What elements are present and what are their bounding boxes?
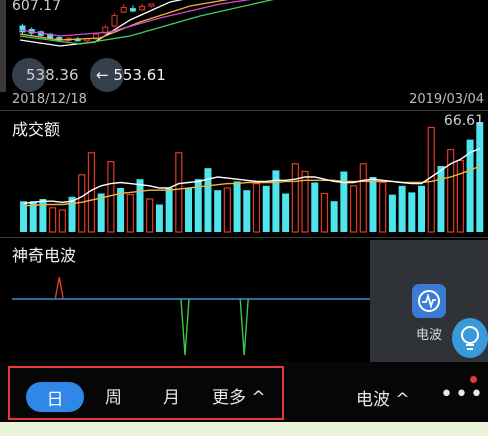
wave-panel-title: 神奇电波 [12,246,77,265]
price-arrow-label: ← 553.61 [96,66,166,84]
stock-chart-screen: 607.17 538.36 ← 553.61 2018/12/18 2019/0… [0,0,488,436]
date-start-label: 2018/12/18 [12,92,87,107]
price-candle [120,6,127,13]
wave-app-icon[interactable] [412,284,446,318]
volume-bar [136,179,144,232]
volume-bar [456,159,464,233]
waveform-icon [418,290,440,312]
volume-bar [204,168,212,232]
tab-day[interactable]: 日 [26,382,84,412]
volume-bar [476,122,484,232]
wave-signal-spike [54,277,64,300]
price-low-label: 538.36 [26,66,79,84]
volume-bar [311,182,319,232]
footer-strip [0,422,488,436]
volume-bar [282,193,290,232]
volume-bar [418,185,426,232]
volume-bar [330,201,338,232]
volume-bar [175,152,183,233]
indicator-dropdown[interactable]: 电波 ^ [356,385,410,410]
volume-bar [165,188,173,232]
volume-bar [369,177,377,232]
volume-bar [252,182,261,233]
volume-bar [437,166,445,232]
wave-signal-spike [180,298,190,356]
wave-app-label: 电波 [416,328,443,343]
volume-bar [379,181,387,233]
volume-bar [398,185,406,232]
price-chart-left-edge [0,0,6,92]
volume-bar [291,163,299,233]
volume-bar [243,190,251,232]
volume-bar [359,163,367,233]
volume-bar [408,192,416,232]
price-candle [148,3,155,7]
price-high-label: 607.17 [12,0,61,14]
volume-max-label: 66.61 [443,113,484,129]
tab-month[interactable]: 月 [163,383,180,408]
volume-bar [233,181,241,232]
volume-bar [320,192,329,233]
price-candle [139,5,146,11]
volume-bar [214,190,222,232]
volume-bar [49,207,57,233]
volume-bar [58,209,66,233]
price-candle [129,8,136,12]
tab-week[interactable]: 周 [105,383,122,408]
tab-more-periods[interactable]: 更多 ^ [212,383,266,408]
lightbulb-icon [461,326,479,350]
volume-panel-title: 成交额 [12,120,61,139]
notification-dot [470,376,477,383]
volume-chart[interactable] [0,110,488,238]
volume-bar [126,193,134,233]
tip-lightbulb-button[interactable] [452,318,488,358]
volume-bar [262,185,270,232]
volume-bar [97,193,105,232]
volume-bar [427,126,435,233]
price-candle [111,15,118,27]
volume-bar [146,198,154,233]
volume-bar [388,194,396,232]
more-options-button[interactable]: ••• [440,382,485,407]
volume-bar [447,148,455,233]
volume-bar [349,185,358,233]
volume-bar [155,204,163,232]
volume-bar [78,174,86,233]
wave-signal-spike [239,298,249,356]
volume-bar [185,188,193,232]
bottom-toolbar: 日 周 月 更多 ^ 电波 ^ ••• [0,362,488,422]
date-end-label: 2019/03/04 [409,92,484,107]
volume-bar [223,187,231,233]
